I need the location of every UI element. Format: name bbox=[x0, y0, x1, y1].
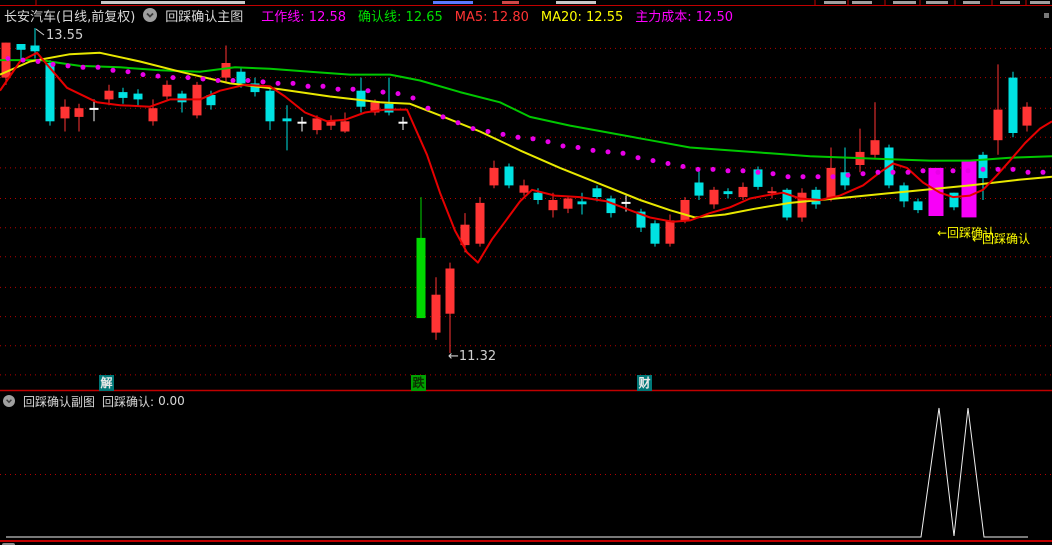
signal-spike-line bbox=[6, 407, 1028, 538]
candle[interactable] bbox=[826, 147, 836, 202]
annotation-text: ←11.32 bbox=[448, 349, 496, 364]
candle[interactable] bbox=[45, 60, 55, 126]
candle[interactable] bbox=[398, 116, 408, 130]
ma5-line bbox=[0, 51, 1052, 264]
signal-highlight-bar[interactable] bbox=[928, 167, 944, 216]
indicator-field: 工作线: 12.58 bbox=[261, 9, 347, 25]
candle[interactable] bbox=[326, 115, 336, 130]
candle[interactable] bbox=[148, 99, 158, 126]
candle[interactable] bbox=[680, 197, 690, 224]
sub-indicator-value: 0.00 bbox=[158, 394, 185, 408]
indicator-field: 主力成本: 12.50 bbox=[635, 9, 733, 25]
candle[interactable] bbox=[475, 197, 485, 247]
candle[interactable] bbox=[104, 84, 114, 106]
main-chart-header: 长安汽车(日线,前复权) 回踩确认主图 工作线: 12.58 确认线: 12.65… bbox=[4, 6, 733, 25]
sub-chart-header: 回踩确认副图 回踩确认: 0.00 bbox=[3, 394, 185, 409]
candle[interactable] bbox=[665, 214, 675, 247]
candle[interactable] bbox=[993, 64, 1003, 155]
indicator-field: MA5: 12.80 bbox=[454, 9, 529, 25]
candle[interactable] bbox=[709, 186, 719, 209]
candle[interactable] bbox=[431, 277, 441, 340]
main-indicator-name: 回踩确认主图 bbox=[165, 9, 244, 25]
indicator-field: 确认线: 12.65 bbox=[358, 9, 443, 25]
candle[interactable] bbox=[162, 80, 172, 100]
price-gridlines bbox=[0, 47, 1052, 376]
candle[interactable] bbox=[1008, 71, 1018, 138]
candle[interactable] bbox=[797, 188, 807, 222]
candle[interactable] bbox=[265, 86, 275, 130]
indicator-values: 工作线: 12.58 确认线: 12.65 MA5: 12.80 MA20: 12.5… bbox=[249, 6, 733, 25]
candle[interactable] bbox=[738, 182, 748, 201]
candle[interactable] bbox=[221, 45, 231, 84]
candlestick-chart[interactable]: 13.55←11.32←回踩确认←回踩确认 bbox=[0, 0, 1052, 545]
candle[interactable] bbox=[855, 128, 865, 173]
candle[interactable] bbox=[840, 147, 850, 190]
candle[interactable] bbox=[356, 77, 366, 113]
candle[interactable] bbox=[460, 213, 470, 253]
candle[interactable] bbox=[282, 105, 292, 151]
chart-annotations: 13.55←11.32←回踩确认←回踩确认 bbox=[35, 28, 1030, 364]
candle[interactable] bbox=[723, 188, 733, 199]
indicator-field: MA20: 12.55 bbox=[540, 9, 624, 25]
sub-indicator-value-label: 回踩确认: bbox=[102, 394, 155, 409]
candle[interactable] bbox=[811, 186, 821, 209]
annotation-text: 13.55 bbox=[46, 28, 83, 43]
chevron-down-icon[interactable] bbox=[143, 8, 158, 22]
candle[interactable] bbox=[340, 112, 350, 133]
candle[interactable] bbox=[606, 195, 616, 218]
candle[interactable] bbox=[504, 163, 514, 189]
candle[interactable] bbox=[1022, 102, 1032, 132]
chevron-glyph bbox=[6, 399, 12, 404]
candle[interactable] bbox=[133, 89, 143, 107]
sub-indicator-name: 回踩确认副图 bbox=[23, 394, 96, 409]
candle[interactable] bbox=[899, 182, 909, 208]
candle[interactable] bbox=[767, 186, 777, 199]
candle[interactable] bbox=[60, 99, 70, 132]
candle[interactable] bbox=[489, 160, 499, 189]
annotation-text: ←回踩确认 bbox=[972, 232, 1030, 246]
candle[interactable] bbox=[913, 198, 923, 214]
candle[interactable] bbox=[577, 192, 587, 215]
stock-title: 长安汽车(日线,前复权) bbox=[4, 9, 136, 25]
stock-chart-window: 13.55 ←11.32 ←回踩确认 ←回踩确认 长安汽车(日线,前复权) 回踩确认主… bbox=[0, 0, 1052, 545]
candle[interactable] bbox=[177, 90, 187, 113]
candle[interactable] bbox=[694, 169, 704, 200]
candle[interactable] bbox=[563, 195, 573, 214]
candle[interactable] bbox=[870, 102, 880, 158]
chevron-down-icon[interactable] bbox=[3, 395, 15, 407]
candle[interactable] bbox=[297, 116, 307, 132]
candle[interactable] bbox=[650, 220, 660, 247]
window-edge-nub bbox=[1044, 13, 1049, 18]
candle[interactable] bbox=[416, 197, 426, 319]
chevron-glyph bbox=[146, 12, 154, 18]
candle[interactable] bbox=[445, 262, 455, 353]
candle[interactable] bbox=[118, 87, 128, 104]
